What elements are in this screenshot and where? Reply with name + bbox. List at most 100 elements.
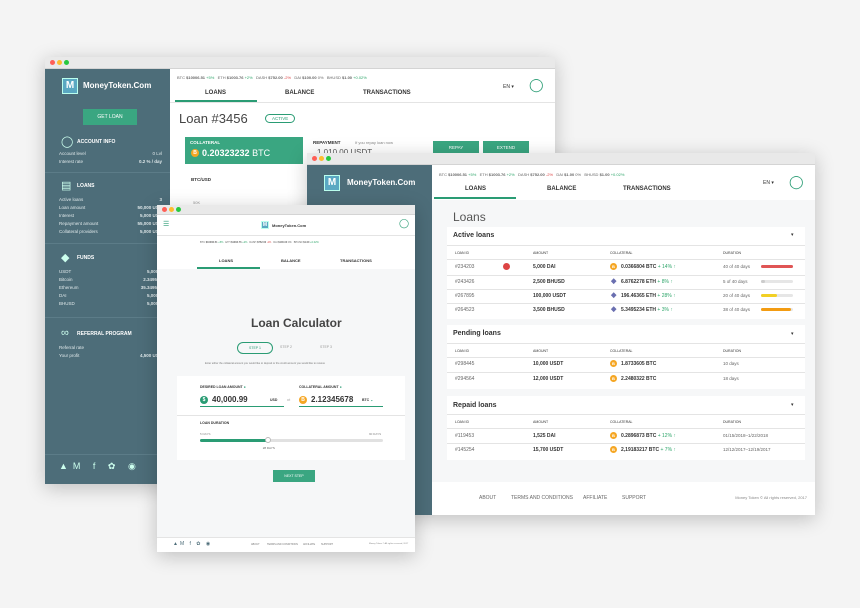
maximize-dot[interactable] bbox=[176, 207, 181, 212]
divider bbox=[177, 415, 405, 416]
funds-title: FUNDS bbox=[77, 255, 95, 261]
loan-id[interactable]: #264523 bbox=[455, 307, 474, 313]
title-bar bbox=[157, 205, 415, 215]
close-dot[interactable] bbox=[162, 207, 167, 212]
collateral-amount-input[interactable]: 2.12345678 bbox=[311, 395, 353, 404]
col-duration: DURATION bbox=[723, 420, 742, 424]
nav-loans[interactable]: LOANS bbox=[205, 90, 226, 96]
footer-terms[interactable]: TERMS AND CONDITIONS bbox=[267, 543, 298, 546]
loan-id[interactable]: #294564 bbox=[455, 376, 474, 382]
footer-terms[interactable]: TERMS AND CONDITIONS bbox=[511, 495, 573, 501]
step-3-tab[interactable]: STEP 3 bbox=[320, 345, 332, 349]
loan-id[interactable]: #298445 bbox=[455, 361, 474, 367]
col-loan-id: LOAN ID bbox=[455, 349, 470, 353]
alert-icon bbox=[503, 263, 510, 270]
divider bbox=[447, 372, 805, 373]
footer-about[interactable]: ABOUT bbox=[251, 543, 260, 546]
loan-title: Loan #3456 bbox=[179, 111, 248, 126]
loan-id[interactable]: #243426 bbox=[455, 279, 474, 285]
collapse-icon[interactable]: ▾ bbox=[791, 402, 794, 408]
eth-icon: ◆ bbox=[611, 292, 617, 299]
loan-duration: 10 days bbox=[723, 361, 739, 366]
loan-amount: 5,000 DAI bbox=[533, 264, 556, 270]
nav-loans[interactable]: LOANS bbox=[219, 258, 233, 263]
divider bbox=[447, 275, 805, 276]
duration-slider-track[interactable] bbox=[200, 439, 383, 442]
footer-support[interactable]: SUPPORT bbox=[321, 543, 333, 546]
footer-affiliate[interactable]: AFFILIATE bbox=[303, 543, 315, 546]
account-info-title: ACCOUNT INFO bbox=[77, 139, 116, 145]
header-divider bbox=[157, 235, 415, 236]
nav-transactions[interactable]: TRANSACTIONS bbox=[363, 90, 411, 96]
btc-icon: B bbox=[610, 446, 617, 453]
duration-slider-handle[interactable] bbox=[264, 437, 271, 443]
loan-id[interactable]: #145254 bbox=[455, 447, 474, 453]
calculator-window: M MoneyToken.Com ☰ ◯ BTC $10006.51 +5% E… bbox=[157, 205, 415, 552]
user-icon[interactable]: ◯ bbox=[789, 174, 804, 190]
user-icon[interactable]: ◯ bbox=[529, 77, 544, 93]
nav-balance[interactable]: BALANCE bbox=[547, 186, 576, 192]
close-dot[interactable] bbox=[50, 60, 55, 65]
fund-usdt-label: USDT bbox=[59, 269, 72, 274]
col-amount: AMOUNT bbox=[533, 420, 549, 424]
col-duration: DURATION bbox=[723, 251, 742, 255]
footer-support[interactable]: SUPPORT bbox=[622, 495, 646, 501]
loan-amount-label: Loan amount bbox=[59, 205, 86, 210]
get-loan-button[interactable]: GET LOAN bbox=[83, 109, 137, 125]
collateral-amount-label: COLLATERAL AMOUNT ● bbox=[299, 385, 342, 389]
fund-btc-label: Bitcoin bbox=[59, 277, 73, 282]
loan-id[interactable]: #234203 bbox=[455, 264, 474, 270]
loans-title: LOANS bbox=[77, 183, 95, 189]
footer-affiliate[interactable]: AFFILIATE bbox=[583, 495, 607, 501]
maximize-dot[interactable] bbox=[64, 60, 69, 65]
minimize-dot[interactable] bbox=[57, 60, 62, 65]
loan-id[interactable]: #267895 bbox=[455, 293, 474, 299]
swap-icon: ⇄ bbox=[287, 397, 291, 402]
social-icons[interactable]: ▲M f ✿ ◉ bbox=[59, 461, 141, 472]
loan-amount: 2,500 BHUSD bbox=[533, 279, 565, 285]
divider bbox=[447, 443, 805, 444]
repayment-label: REPAYMENT bbox=[313, 140, 341, 145]
step-2-tab[interactable]: STEP 2 bbox=[280, 345, 292, 349]
language-select[interactable]: EN ▾ bbox=[503, 84, 514, 90]
loans-icon: ▤ bbox=[61, 180, 72, 192]
dollar-icon: $ bbox=[200, 396, 208, 404]
step-1-tab[interactable]: STEP 1 bbox=[237, 342, 273, 354]
collapse-icon[interactable]: ▾ bbox=[791, 331, 794, 337]
maximize-dot[interactable] bbox=[326, 156, 331, 161]
nav-transactions[interactable]: TRANSACTIONS bbox=[623, 186, 671, 192]
next-step-button[interactable]: NEXT STEP bbox=[273, 470, 315, 482]
collapse-icon[interactable]: ▾ bbox=[791, 232, 794, 238]
nav-balance[interactable]: BALANCE bbox=[281, 258, 301, 263]
menu-icon[interactable]: ☰ bbox=[163, 220, 169, 228]
user-icon[interactable]: ◯ bbox=[399, 218, 409, 229]
col-amount: AMOUNT bbox=[533, 251, 549, 255]
minimize-dot[interactable] bbox=[319, 156, 324, 161]
fund-eth-label: Ethereum bbox=[59, 285, 79, 290]
col-amount: AMOUNT bbox=[533, 349, 549, 353]
loan-duration: 01/15/2018–1/22/2018 bbox=[723, 433, 769, 438]
currency-select[interactable]: BTC ⌄ bbox=[362, 398, 373, 402]
loan-collateral: 5.3495234 ETH + 3% ↑ bbox=[621, 307, 673, 313]
minimize-dot[interactable] bbox=[169, 207, 174, 212]
referral-icon: ∞ bbox=[61, 327, 69, 339]
social-icons[interactable]: ▲M f ✿ ◉ bbox=[173, 541, 212, 547]
desired-loan-input[interactable]: 40,000.99 bbox=[212, 395, 248, 404]
loan-duration: 18 days bbox=[723, 376, 739, 381]
loan-amount: 10,000 USDT bbox=[533, 361, 564, 367]
divider bbox=[447, 245, 805, 246]
nav-balance[interactable]: BALANCE bbox=[285, 90, 314, 96]
loan-amount: 15,700 USDT bbox=[533, 447, 564, 453]
active-loans-value: 3 bbox=[159, 197, 162, 202]
loan-id[interactable]: #119453 bbox=[455, 433, 474, 439]
close-dot[interactable] bbox=[312, 156, 317, 161]
col-collateral: COLLATERAL bbox=[610, 420, 633, 424]
ticker-bar: BTC $10006.51 +5% ETH $1003.76 +2% DASH … bbox=[439, 172, 625, 177]
divider bbox=[447, 303, 805, 304]
nav-loans[interactable]: LOANS bbox=[465, 186, 486, 192]
active-loans-title: Active loans bbox=[453, 232, 495, 239]
language-select[interactable]: EN ▾ bbox=[763, 180, 774, 186]
nav-transactions[interactable]: TRANSACTIONS bbox=[340, 258, 372, 263]
repayment-note: If you repay loan now bbox=[355, 140, 394, 145]
footer-about[interactable]: ABOUT bbox=[479, 495, 496, 501]
